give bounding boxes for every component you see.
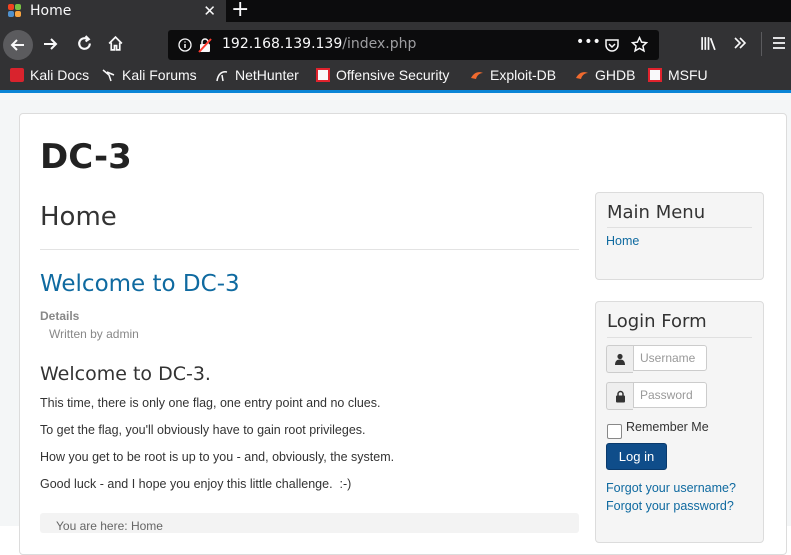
login-form-title: Login Form xyxy=(607,311,707,332)
url-bar[interactable]: 192.168.139.139/index.php ••• xyxy=(168,30,659,60)
breadcrumb-text: You are here: Home xyxy=(56,519,163,533)
bookmark-offensive-security[interactable]: Offensive Security xyxy=(316,67,449,83)
module-divider xyxy=(607,227,752,228)
site-title[interactable]: DC-3 xyxy=(40,137,132,177)
password-input[interactable]: Password xyxy=(633,382,707,408)
kali-icon xyxy=(10,68,24,82)
forgot-password-link[interactable]: Forgot your password? xyxy=(606,499,734,513)
password-group: Password xyxy=(606,382,707,410)
close-tab-icon[interactable]: ✕ xyxy=(203,2,216,20)
remember-me-label[interactable]: Remember Me xyxy=(626,420,709,434)
article-subheading: Welcome to DC-3. xyxy=(40,363,211,385)
article-author: Written by admin xyxy=(49,327,139,341)
msfu-icon xyxy=(648,68,662,82)
username-group: Username xyxy=(606,345,707,373)
bookmark-label: Kali Forums xyxy=(122,67,197,83)
kali-dragon-icon xyxy=(102,69,115,82)
ghdb-icon xyxy=(576,72,588,79)
nethunter-icon xyxy=(216,71,228,82)
login-button[interactable]: Log in xyxy=(606,443,667,470)
info-icon[interactable] xyxy=(178,38,192,52)
insecure-lock-icon[interactable] xyxy=(198,37,212,53)
article-details-label: Details xyxy=(40,309,80,323)
reload-icon xyxy=(78,35,91,50)
module-divider xyxy=(607,337,752,338)
hamburger-menu-icon xyxy=(773,37,785,49)
remember-me-checkbox[interactable] xyxy=(607,424,622,439)
article-title[interactable]: Welcome to DC-3 xyxy=(40,271,240,297)
forward-arrow-icon xyxy=(44,38,58,50)
article-paragraph: This time, there is only one flag, one e… xyxy=(40,396,381,410)
article-paragraph: To get the flag, you'll obviously have t… xyxy=(40,423,366,437)
toolbar-divider xyxy=(761,32,762,56)
bookmark-label: GHDB xyxy=(595,67,636,83)
bookmark-exploit-db[interactable]: Exploit-DB xyxy=(470,67,556,83)
url-text[interactable]: 192.168.139.139/index.php xyxy=(222,36,416,52)
library-button[interactable] xyxy=(700,35,717,56)
divider xyxy=(40,249,579,250)
overflow-button[interactable] xyxy=(732,35,748,55)
bookmark-kali-docs[interactable]: Kali Docs xyxy=(10,67,89,83)
library-icon xyxy=(701,37,716,51)
page-heading: Home xyxy=(40,202,117,232)
exploitdb-icon xyxy=(471,72,483,79)
home-button[interactable] xyxy=(107,35,124,56)
new-tab-button[interactable]: + xyxy=(231,0,249,22)
bookmark-kali-forums[interactable]: Kali Forums xyxy=(102,67,197,83)
home-icon xyxy=(108,35,123,51)
back-button[interactable] xyxy=(3,30,33,60)
bookmark-label: Exploit-DB xyxy=(490,67,557,83)
bookmark-label: Kali Docs xyxy=(30,67,90,83)
bookmark-label: NetHunter xyxy=(235,67,299,83)
bookmarks-toolbar: Kali Docs Kali Forums NetHunter Offensiv… xyxy=(0,66,791,90)
offsec-icon xyxy=(316,68,330,82)
page-actions-icon[interactable]: ••• xyxy=(576,34,601,50)
forward-button[interactable] xyxy=(42,36,58,56)
bookmark-nethunter[interactable]: NetHunter xyxy=(215,67,299,83)
bookmark-ghdb[interactable]: GHDB xyxy=(575,67,635,83)
tab-home[interactable]: Home ✕ xyxy=(0,0,226,22)
forgot-username-link[interactable]: Forgot your username? xyxy=(606,481,736,495)
tab-title: Home xyxy=(30,3,72,19)
user-icon xyxy=(606,345,633,373)
bookmark-star-icon[interactable] xyxy=(631,36,648,53)
bookmark-label: MSFU xyxy=(668,67,708,83)
pocket-icon[interactable] xyxy=(604,37,620,53)
main-menu-title: Main Menu xyxy=(607,202,706,223)
bookmark-msfu[interactable]: MSFU xyxy=(648,67,708,83)
back-arrow-icon xyxy=(10,39,24,51)
username-input[interactable]: Username xyxy=(633,345,707,371)
joomla-icon xyxy=(8,4,22,18)
navigation-toolbar: 192.168.139.139/index.php ••• xyxy=(0,22,791,66)
bookmark-label: Offensive Security xyxy=(336,67,450,83)
menu-button[interactable] xyxy=(771,35,787,55)
reload-button[interactable] xyxy=(76,35,93,56)
chevron-double-right-icon xyxy=(734,37,747,49)
lock-icon xyxy=(606,382,633,410)
main-menu-item-home[interactable]: Home xyxy=(606,234,639,248)
article-paragraph: Good luck - and I hope you enjoy this li… xyxy=(40,477,352,491)
tab-bar: Home ✕ + xyxy=(0,0,791,22)
breadcrumb: You are here: Home xyxy=(40,513,579,533)
article-paragraph: How you get to be root is up to you - an… xyxy=(40,450,395,464)
